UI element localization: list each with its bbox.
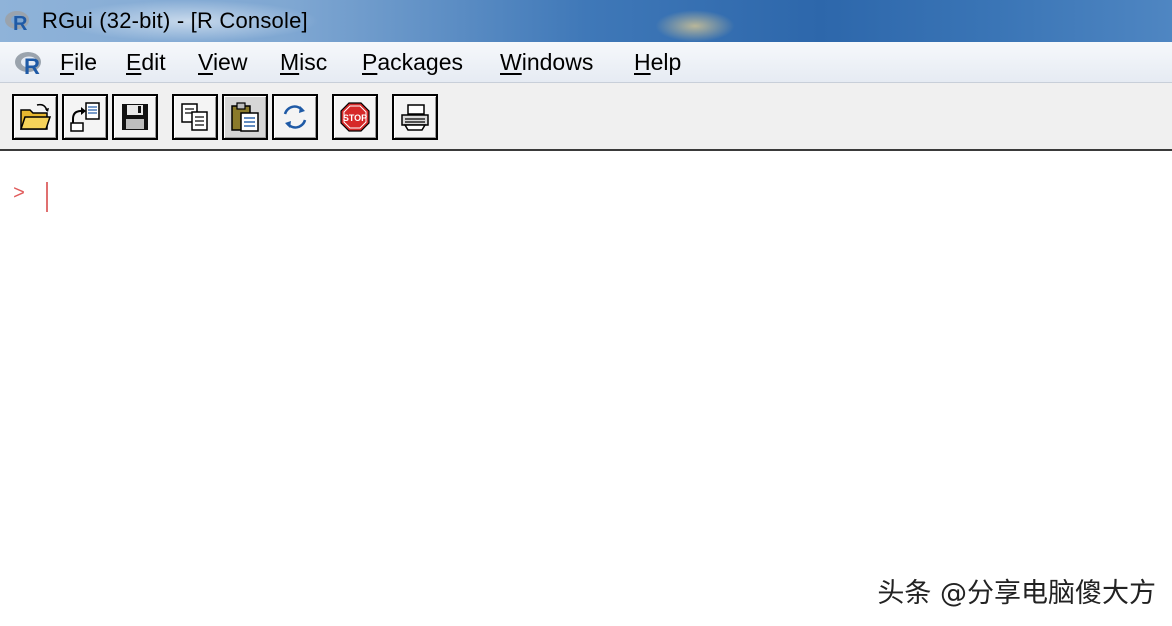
svg-text:R: R (13, 13, 28, 34)
stop-button[interactable]: STOP (332, 94, 378, 140)
menu-edit-label: dit (141, 49, 166, 75)
menu-windows[interactable]: Windows (500, 49, 593, 76)
r-logo-icon[interactable]: R (13, 49, 47, 77)
load-workspace-button[interactable] (62, 94, 108, 140)
window-title: RGui (32-bit) - [R Console] (42, 8, 308, 33)
menu-bar: R File Edit View Misc Packages Windows H… (0, 42, 1172, 83)
menu-windows-accel: W (500, 49, 522, 75)
titlebar-reflection (655, 10, 735, 42)
menu-misc[interactable]: Misc (280, 49, 327, 76)
menu-help-label: elp (650, 49, 682, 75)
paste-icon (231, 102, 259, 132)
save-icon (122, 104, 148, 130)
menu-file[interactable]: File (60, 49, 97, 76)
text-cursor (46, 182, 48, 212)
toolbar: STOP (0, 83, 1172, 151)
paste-button[interactable] (222, 94, 268, 140)
svg-text:R: R (24, 54, 40, 77)
console-prompt: > (13, 183, 26, 206)
menu-help[interactable]: Help (634, 49, 681, 76)
menu-windows-label: indows (521, 49, 594, 75)
print-icon (401, 104, 429, 131)
copy-icon (181, 103, 208, 131)
copy-paste-button[interactable] (272, 94, 318, 140)
menu-view-accel: V (198, 49, 213, 75)
menu-edit-accel: E (126, 49, 142, 75)
console-area[interactable]: > 头条 @分享电脑傻大方 (0, 151, 1172, 626)
print-button[interactable] (392, 94, 438, 140)
menu-misc-accel: M (280, 49, 300, 75)
copy-paste-icon (283, 105, 307, 129)
copy-button[interactable] (172, 94, 218, 140)
menu-view[interactable]: View (198, 49, 247, 76)
menu-help-accel: H (634, 49, 651, 75)
title-bar[interactable]: R RGui (32-bit) - [R Console] (0, 0, 1172, 42)
load-workspace-icon (70, 102, 100, 132)
menu-view-label: iew (212, 49, 248, 75)
r-logo-icon: R (5, 11, 29, 34)
menu-file-accel: F (60, 49, 75, 75)
menu-misc-label: isc (299, 49, 328, 75)
open-script-button[interactable] (12, 94, 58, 140)
menu-packages-accel: P (362, 49, 378, 75)
stop-icon: STOP (340, 102, 370, 132)
save-workspace-button[interactable] (112, 94, 158, 140)
open-folder-icon (19, 103, 51, 130)
menu-packages-label: ackages (377, 49, 464, 75)
stop-label: STOP (343, 113, 367, 123)
menu-file-label: ile (74, 49, 98, 75)
menu-packages[interactable]: Packages (362, 49, 463, 76)
menu-edit[interactable]: Edit (126, 49, 166, 76)
watermark: 头条 @分享电脑傻大方 (877, 578, 1156, 609)
